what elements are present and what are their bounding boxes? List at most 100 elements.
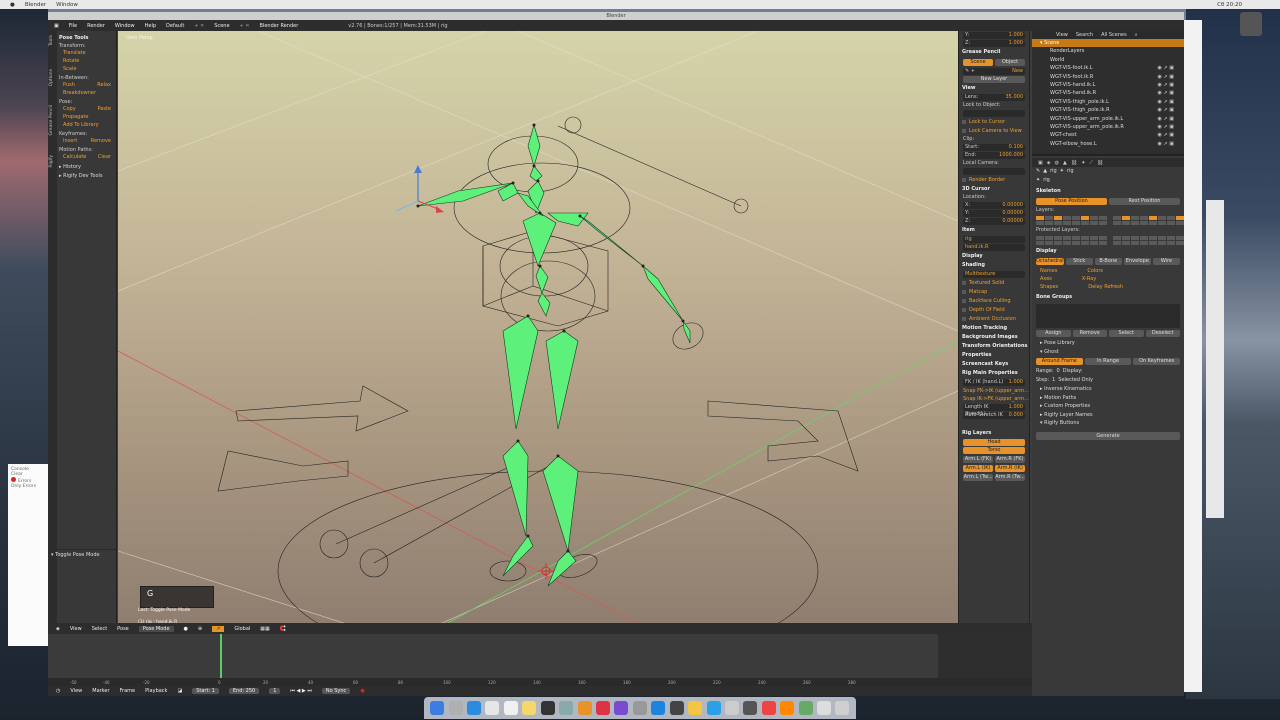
finder-icon[interactable] bbox=[430, 701, 445, 715]
layout-selector[interactable]: Default bbox=[166, 23, 184, 29]
snap-ik-fk-button[interactable]: Snap IK->FK (upper_arm... bbox=[959, 395, 1029, 403]
menu-render[interactable]: Render bbox=[87, 23, 105, 29]
armature-layers[interactable] bbox=[1036, 216, 1184, 225]
ghost-panel[interactable]: ▾ Ghost bbox=[1032, 348, 1184, 357]
relax-button[interactable]: Relax bbox=[97, 81, 111, 89]
outliner[interactable]: View Search All Scenes ⌕ ▾ Scene RenderL… bbox=[1032, 31, 1184, 156]
add-layout-icon[interactable]: + ✕ bbox=[194, 23, 204, 29]
render-tab-icon[interactable]: ▣ bbox=[1038, 160, 1043, 166]
pivot-icon[interactable]: ⊕ bbox=[198, 626, 202, 632]
menu-window[interactable]: Window bbox=[115, 23, 135, 29]
scale-z-field[interactable]: Z: 1.000 bbox=[963, 40, 1025, 47]
lock-object-field[interactable] bbox=[963, 110, 1025, 117]
mode-selector[interactable]: Pose Mode bbox=[138, 625, 174, 632]
visibility-icon[interactable]: ◉ ➚ ▣ bbox=[1158, 140, 1174, 148]
history-panel[interactable]: ▸ History bbox=[59, 164, 115, 170]
calculate-button[interactable]: Calculate bbox=[63, 153, 86, 161]
visibility-icon[interactable]: ◉ ➚ ▣ bbox=[1158, 64, 1174, 72]
gp-scene-tab[interactable]: Scene bbox=[963, 59, 993, 66]
timeline-marker-menu[interactable]: Marker bbox=[92, 688, 109, 694]
tab-rigify[interactable]: Rigify bbox=[49, 155, 56, 168]
selected-only-checkbox[interactable]: Selected Only bbox=[1058, 377, 1093, 384]
view-panel[interactable]: View bbox=[959, 84, 1029, 93]
app-icon[interactable] bbox=[761, 701, 776, 715]
add-to-library-button[interactable]: Add To Library bbox=[59, 121, 115, 129]
shapes-checkbox[interactable]: Shapes bbox=[1040, 283, 1058, 291]
timeline-editor-icon[interactable]: ◷ bbox=[56, 688, 60, 694]
app-icon[interactable] bbox=[688, 701, 703, 715]
outliner-row[interactable]: WGT-VIS-upper_arm_pole.ik.L ◉ ➚ ▣ bbox=[1032, 115, 1184, 123]
grease-pencil-panel[interactable]: Grease Pencil bbox=[959, 48, 1029, 57]
outliner-row[interactable]: WGT-VIS-foot.ik.L ◉ ➚ ▣ bbox=[1032, 64, 1184, 72]
timeline-view-menu[interactable]: View bbox=[70, 688, 82, 694]
display-panel[interactable]: Display bbox=[959, 252, 1029, 261]
skeleton-panel[interactable]: Skeleton bbox=[1032, 187, 1184, 196]
outliner-row[interactable]: RenderLayers bbox=[1032, 47, 1184, 55]
visibility-icon[interactable]: ◉ ➚ ▣ bbox=[1158, 131, 1174, 139]
scene-selector[interactable]: Scene bbox=[214, 23, 229, 29]
transform-orientations-panel[interactable]: Transform Orientations bbox=[959, 342, 1029, 351]
rig-layer-head[interactable]: Head bbox=[963, 439, 1025, 446]
copy-button[interactable]: Copy bbox=[63, 105, 76, 113]
menu-file[interactable]: File bbox=[69, 23, 77, 29]
tab-grease-pencil[interactable]: Grease Pencil bbox=[49, 105, 56, 135]
layers-icon[interactable]: ▦▦ bbox=[260, 626, 269, 632]
shading-icon[interactable]: ● bbox=[184, 626, 188, 632]
window-menu[interactable]: Window bbox=[56, 2, 78, 8]
blender-icon[interactable] bbox=[577, 701, 592, 715]
rig-layer-arm-l-ik[interactable]: Arm.L (IK) bbox=[963, 465, 993, 472]
pose-library-panel[interactable]: ▸ Pose Library bbox=[1032, 339, 1184, 348]
visibility-icon[interactable]: ◉ ➚ ▣ bbox=[1158, 98, 1174, 106]
textured-solid-checkbox[interactable]: Textured Solid bbox=[959, 279, 1029, 288]
view-menu[interactable]: View bbox=[70, 626, 82, 632]
bone-groups-list[interactable] bbox=[1036, 304, 1180, 328]
rig-layer-arm-r-ik[interactable]: Arm.R (IK) bbox=[995, 465, 1025, 472]
render-border-checkbox[interactable]: Render Border bbox=[959, 176, 1029, 185]
outliner-row[interactable]: WGT-VIS-upper_arm_pole.ik.R ◉ ➚ ▣ bbox=[1032, 123, 1184, 131]
3d-viewport[interactable]: User Persp G Last: Toggle Pose Mode (1) … bbox=[118, 31, 958, 634]
item-object-field[interactable]: rig bbox=[963, 236, 1025, 243]
vlc-icon[interactable] bbox=[780, 701, 795, 715]
remove-keyframe-button[interactable]: Remove bbox=[91, 137, 111, 145]
around-frame-button[interactable]: Around Frame bbox=[1036, 358, 1083, 365]
app-icon[interactable] bbox=[798, 701, 813, 715]
assign-button[interactable]: Assign bbox=[1036, 330, 1071, 337]
apple-icon[interactable]: ● bbox=[10, 2, 15, 8]
octahedral-button[interactable]: Octahedral bbox=[1036, 258, 1064, 265]
object-tab-icon[interactable]: ▲ bbox=[1063, 160, 1067, 166]
pose-menu[interactable]: Pose bbox=[117, 626, 129, 632]
envelope-button[interactable]: Envelope bbox=[1123, 258, 1151, 265]
rig-main-properties-panel[interactable]: Rig Main Properties bbox=[959, 369, 1029, 378]
shading-mode-select[interactable]: Multitexture bbox=[963, 271, 1025, 278]
gp-object-tab[interactable]: Object bbox=[995, 59, 1025, 66]
pose-tools-header[interactable]: Pose Tools bbox=[59, 35, 115, 41]
rest-position-button[interactable]: Rest Position bbox=[1109, 198, 1180, 205]
names-checkbox[interactable]: Names bbox=[1040, 267, 1057, 275]
constraints-tab-icon[interactable]: ⛓ bbox=[1071, 160, 1077, 166]
item-bone-field[interactable]: hand.ik.R bbox=[963, 244, 1025, 251]
outliner-row-scene[interactable]: ▾ Scene bbox=[1032, 39, 1184, 48]
rigify-dev-panel[interactable]: ▸ Rigify Dev Tools bbox=[59, 173, 115, 179]
preview-range-icon[interactable]: ◪ bbox=[177, 688, 182, 694]
sync-select[interactable]: No Sync bbox=[321, 688, 351, 694]
delay-refresh-checkbox[interactable]: Delay Refresh bbox=[1088, 283, 1123, 291]
current-frame-cursor[interactable] bbox=[220, 634, 222, 684]
axes-checkbox[interactable]: Axes bbox=[1040, 275, 1052, 283]
bbone-button[interactable]: B-Bone bbox=[1094, 258, 1122, 265]
notes-icon[interactable] bbox=[522, 701, 537, 715]
pin-icon[interactable]: ✎ bbox=[1036, 168, 1040, 175]
terminal-icon[interactable] bbox=[669, 701, 684, 715]
timeline[interactable]: -50 -40 -20 0 20 40 60 80 100 120 140 16… bbox=[48, 634, 1032, 686]
push-button[interactable]: Push bbox=[63, 81, 75, 89]
visibility-icon[interactable]: ◉ ➚ ▣ bbox=[1158, 106, 1174, 114]
rig-layer-arm-r-tweak[interactable]: Arm.R (Tw... bbox=[995, 474, 1025, 481]
unity-icon[interactable] bbox=[540, 701, 555, 715]
cursor-z-field[interactable]: Z: 0.00000 bbox=[963, 218, 1025, 225]
rig-layer-torso[interactable]: Torso bbox=[963, 447, 1025, 454]
context-armature[interactable]: rig bbox=[1067, 168, 1074, 175]
pose-position-button[interactable]: Pose Position bbox=[1036, 198, 1107, 205]
matcap-checkbox[interactable]: Matcap bbox=[959, 288, 1029, 297]
generate-button[interactable]: Generate bbox=[1036, 431, 1180, 440]
colors-checkbox[interactable]: Colors bbox=[1087, 267, 1103, 275]
motion-paths-panel[interactable]: ▸ Motion Paths bbox=[1032, 394, 1184, 403]
